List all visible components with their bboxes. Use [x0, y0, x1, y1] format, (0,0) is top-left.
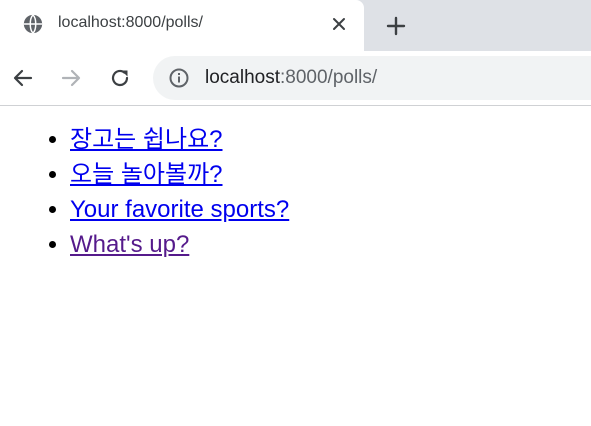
list-item: 장고는 쉽나요?: [70, 122, 591, 157]
reload-button[interactable]: [106, 64, 134, 92]
forward-button[interactable]: [57, 64, 85, 92]
poll-link[interactable]: 장고는 쉽나요?: [70, 126, 223, 153]
active-tab[interactable]: localhost:8000/polls/: [0, 0, 364, 51]
page-content: 장고는 쉽나요? 오늘 놀아볼까? Your favorite sports? …: [0, 106, 591, 262]
new-tab-button[interactable]: [382, 12, 410, 40]
url-text[interactable]: localhost:8000/polls/: [205, 67, 377, 89]
list-item: Your favorite sports?: [70, 192, 591, 227]
close-tab-icon[interactable]: [328, 13, 350, 35]
globe-icon: [22, 13, 44, 35]
tab-strip: localhost:8000/polls/: [0, 0, 591, 51]
browser-toolbar: localhost:8000/polls/: [0, 51, 591, 106]
poll-link[interactable]: Your favorite sports?: [70, 196, 289, 223]
url-path: :8000/polls/: [280, 67, 378, 88]
address-bar[interactable]: localhost:8000/polls/: [153, 56, 591, 100]
poll-link[interactable]: What's up?: [70, 231, 189, 258]
poll-link[interactable]: 오늘 놀아볼까?: [70, 161, 223, 188]
list-item: 오늘 놀아볼까?: [70, 157, 591, 192]
tab-title: localhost:8000/polls/: [58, 14, 203, 31]
list-item: What's up?: [70, 227, 591, 262]
poll-list: 장고는 쉽나요? 오늘 놀아볼까? Your favorite sports? …: [0, 122, 591, 262]
site-info-icon[interactable]: [168, 67, 190, 89]
url-host: localhost: [205, 67, 280, 88]
back-button[interactable]: [9, 64, 37, 92]
